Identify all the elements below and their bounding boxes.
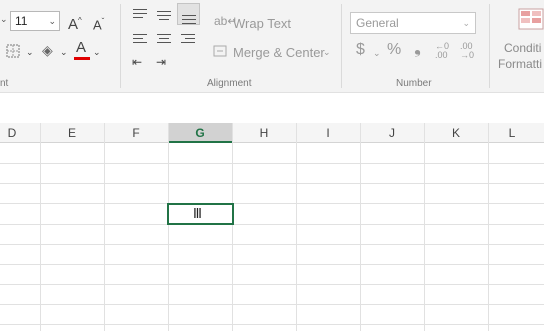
decrease-decimal-icon[interactable]: .00 →0 <box>460 42 474 60</box>
group-separator <box>120 4 121 88</box>
text-cursor-icon: Ⅲ <box>193 207 202 222</box>
number-format-dropdown[interactable]: General ⌄ <box>350 12 476 34</box>
group-separator <box>489 4 490 88</box>
align-right-button[interactable] <box>178 30 198 48</box>
number-group-label: Number <box>396 78 432 89</box>
bottom-align-button[interactable] <box>177 3 200 25</box>
merge-center-chevron-icon[interactable]: ⌄ <box>323 45 331 59</box>
font-group-label: nt <box>0 78 9 89</box>
merge-center-icon <box>213 44 227 61</box>
borders-icon[interactable] <box>6 44 20 61</box>
currency-dropdown-chevron-icon[interactable]: ⌄ <box>373 46 381 60</box>
decrease-font-size-icon[interactable]: Aˇ <box>93 15 104 32</box>
decrease-indent-icon[interactable]: ⇤ <box>132 55 142 69</box>
chevron-down-icon: ⌄ <box>462 18 470 28</box>
font-size-value: 11 <box>15 14 28 28</box>
font-size-dropdown[interactable]: 11 ⌄ <box>10 11 60 31</box>
conditional-formatting-label-2: Formatti <box>498 57 543 71</box>
borders-icon-svg <box>6 44 20 58</box>
font-color-dropdown-chevron-icon[interactable]: ⌄ <box>93 45 101 59</box>
font-color-swatch <box>74 57 90 60</box>
merge-center-button[interactable]: Merge & Center <box>233 45 325 60</box>
column-header-k[interactable]: K <box>424 123 488 143</box>
alignment-group-label: Alignment <box>207 78 252 89</box>
formula-bar-area <box>0 93 544 124</box>
currency-format-icon[interactable]: $ <box>356 42 365 58</box>
column-header-h[interactable]: H <box>232 123 296 143</box>
middle-align-button[interactable] <box>154 5 174 23</box>
column-header-j[interactable]: J <box>360 123 424 143</box>
percent-style-icon[interactable]: % <box>387 42 401 58</box>
wrap-text-button[interactable]: Wrap Text <box>233 16 291 31</box>
column-header-d[interactable]: D <box>0 123 40 143</box>
column-header-l[interactable]: L <box>488 123 544 143</box>
font-name-dropdown-chevron[interactable]: ⌄ <box>0 14 8 25</box>
column-header-g[interactable]: G <box>168 123 232 143</box>
font-color-icon[interactable]: A <box>76 40 86 55</box>
column-header-e[interactable]: E <box>40 123 104 143</box>
borders-dropdown-chevron-icon[interactable]: ⌄ <box>26 45 34 59</box>
conditional-formatting-icon[interactable] <box>518 8 544 33</box>
column-header-i[interactable]: I <box>296 123 360 143</box>
increase-font-size-icon[interactable]: A^ <box>68 14 82 32</box>
fill-color-dropdown-chevron-icon[interactable]: ⌄ <box>60 45 68 59</box>
align-left-button[interactable] <box>130 30 150 48</box>
comma-style-icon[interactable]: ❟ <box>414 38 421 56</box>
chevron-down-icon: ⌄ <box>48 16 56 26</box>
column-header-f[interactable]: F <box>104 123 168 143</box>
increase-decimal-icon[interactable]: ←0.00 <box>435 42 449 60</box>
increase-indent-icon[interactable]: ⇥ <box>156 55 166 69</box>
conditional-formatting-button[interactable]: Conditi Formatti <box>498 40 542 72</box>
conditional-formatting-label-1: Conditi <box>504 41 542 55</box>
number-format-value: General <box>356 16 399 30</box>
group-separator <box>341 4 342 88</box>
ribbon: ⌄ 11 ⌄ A^ Aˇ ⌄ ◈ ⌄ A ⌄ nt ⇤ ⇥ ab↵ Wrap T… <box>0 0 544 93</box>
align-center-button[interactable] <box>154 30 174 48</box>
fill-color-icon[interactable]: ◈ <box>42 43 53 57</box>
top-align-button[interactable] <box>130 5 150 23</box>
